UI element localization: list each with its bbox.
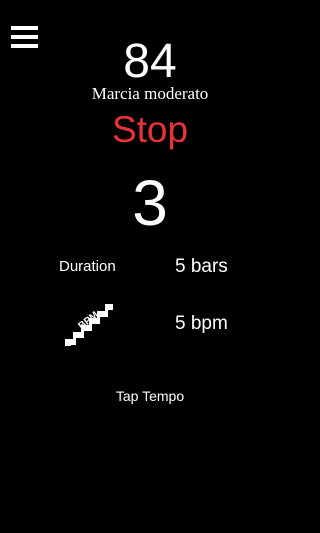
stop-button[interactable]: Stop <box>0 108 300 152</box>
bpm-stairs-icon: BPM <box>65 304 113 346</box>
duration-value[interactable]: 5 bars <box>175 256 228 278</box>
duration-label: Duration <box>59 258 116 275</box>
tap-tempo-button[interactable]: Tap Tempo <box>0 388 300 404</box>
increment-value[interactable]: 5 bpm <box>175 313 228 335</box>
beat-count: 3 <box>132 167 168 239</box>
tempo-value[interactable]: 84 <box>0 36 300 88</box>
tempo-marking: Marcia moderato <box>91 84 209 103</box>
